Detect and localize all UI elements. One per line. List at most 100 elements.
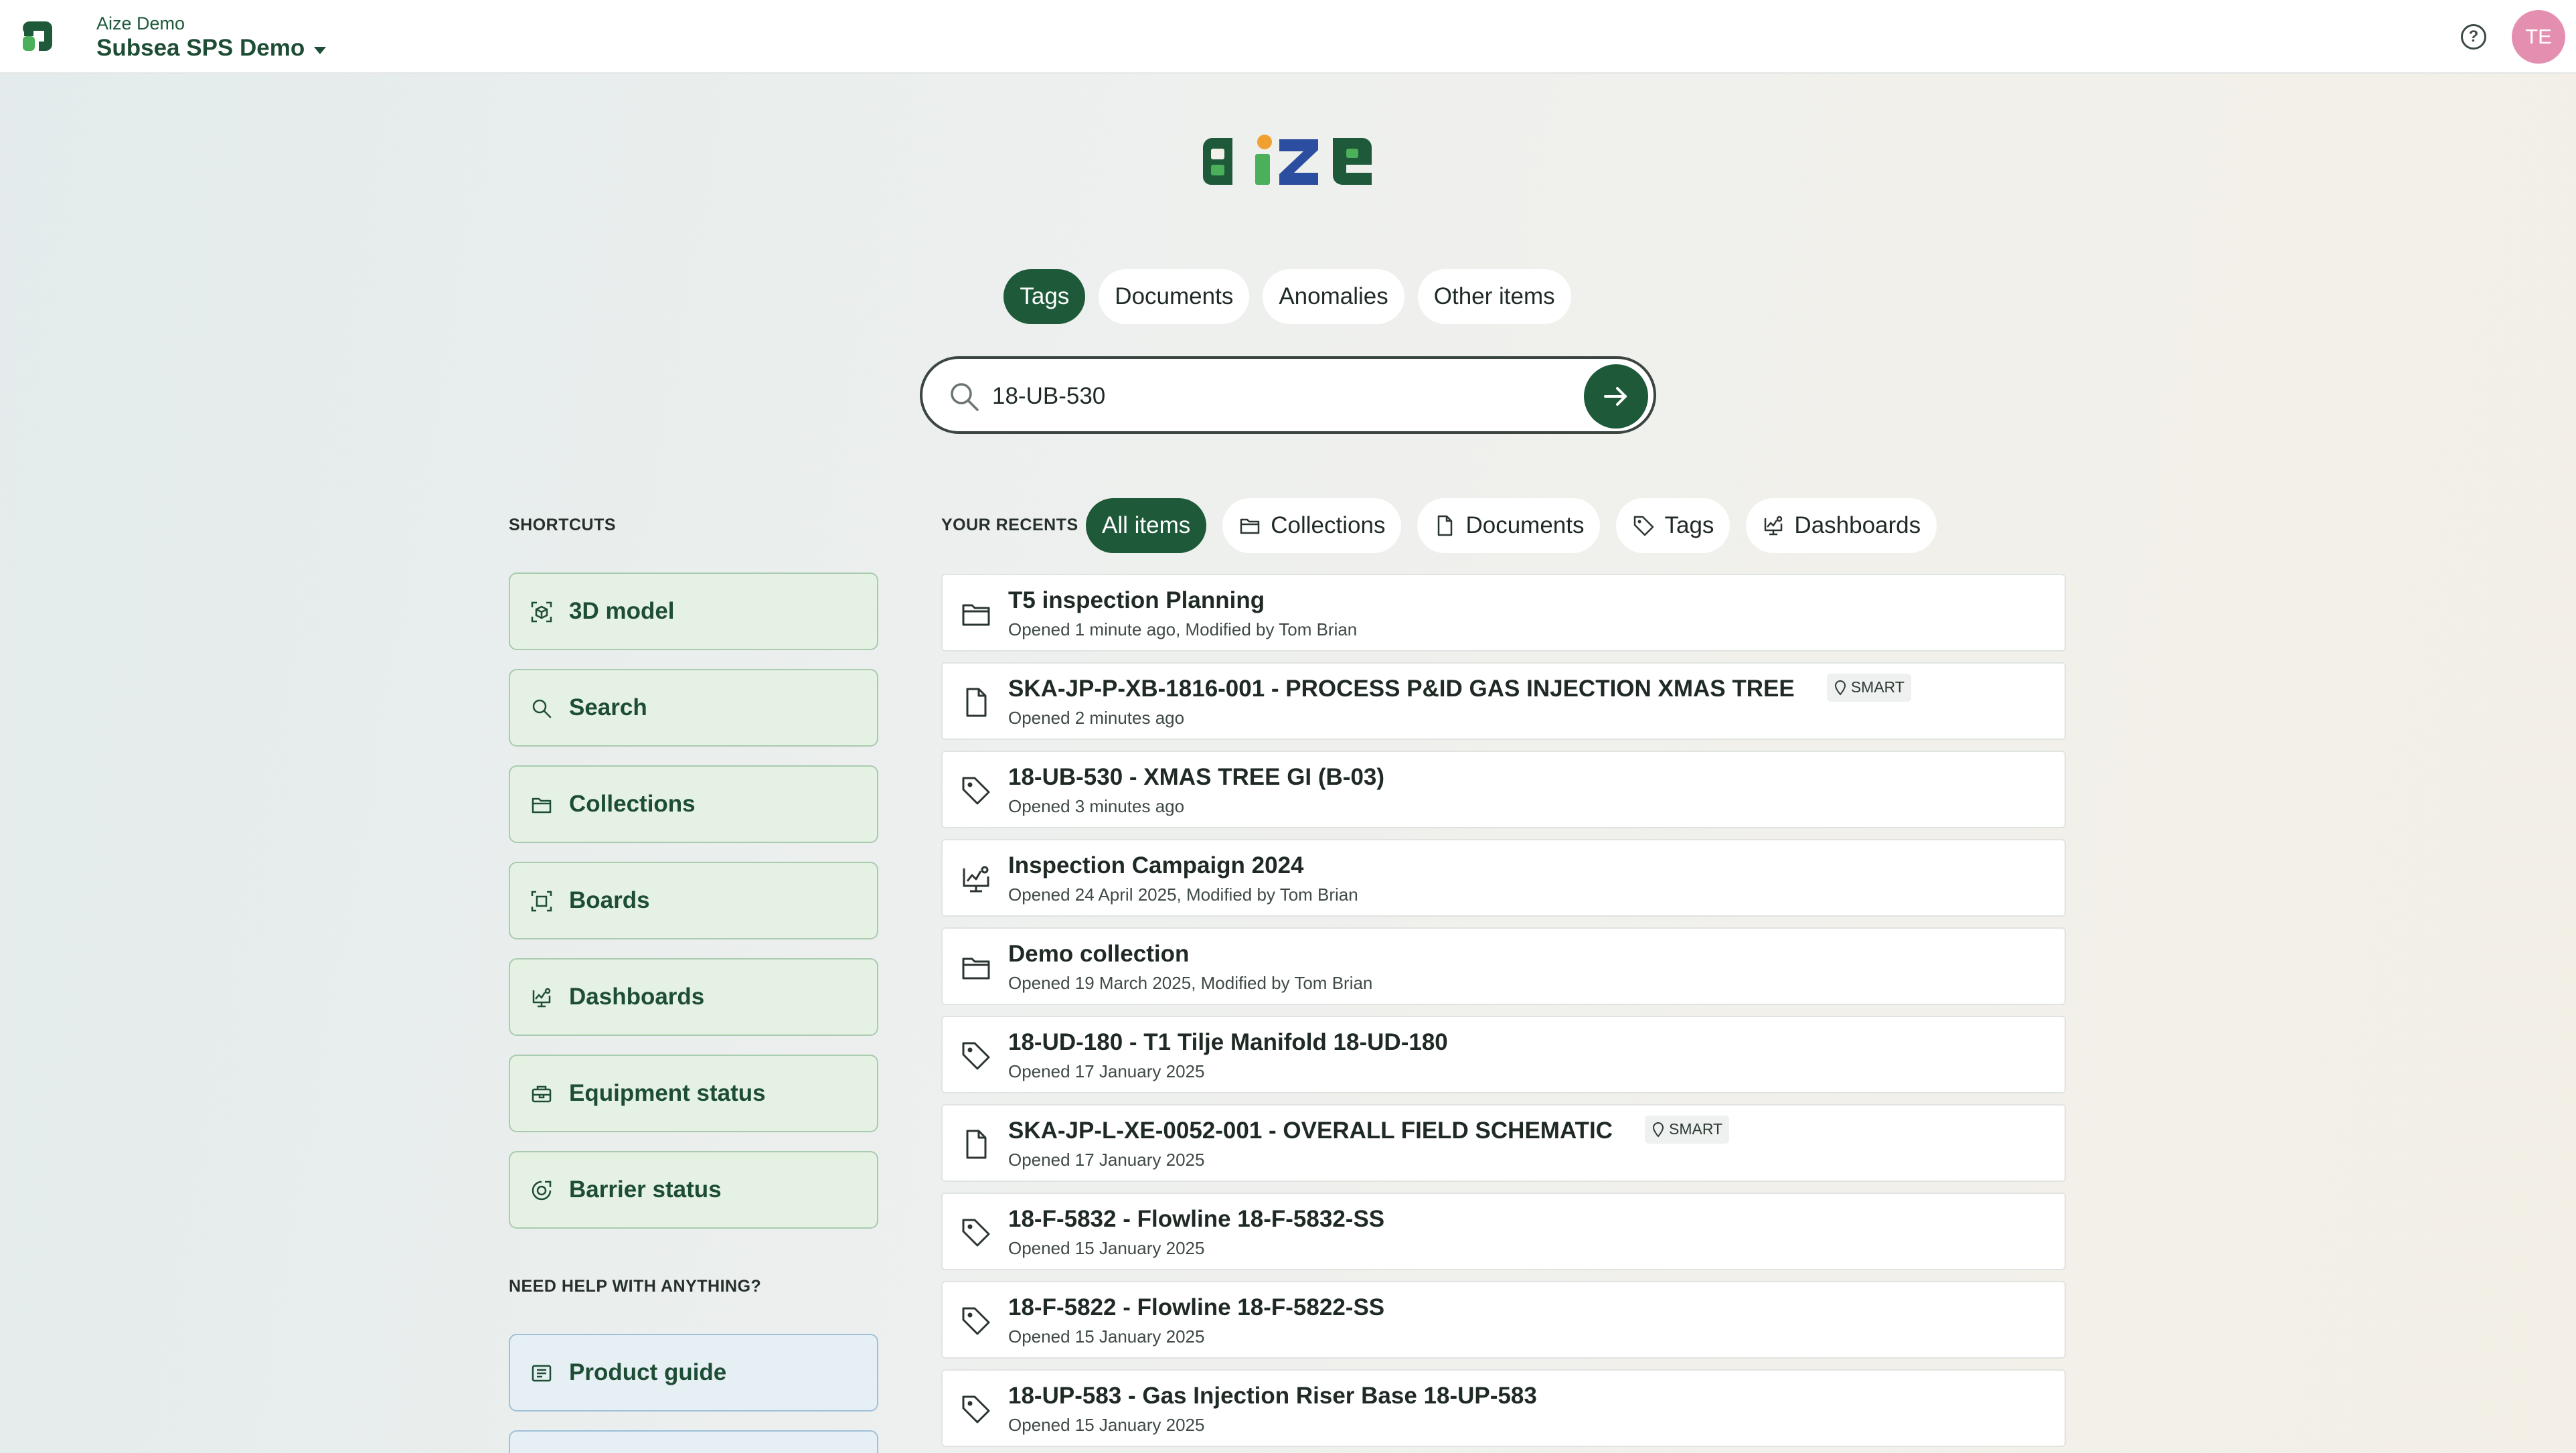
recent-item-title: SKA-JP-P-XB-1816-001 - PROCESS P&ID GAS … bbox=[1008, 676, 1795, 702]
board-icon bbox=[531, 891, 552, 912]
recent-item-subtitle: Opened 17 January 2025 bbox=[1008, 1061, 1205, 1081]
recent-item-title: 18-UD-180 - T1 Tilje Manifold 18-UD-180 bbox=[1008, 1029, 1448, 1055]
recent-item[interactable]: T5 inspection Planning Opened 1 minute a… bbox=[941, 574, 2066, 652]
shortcut-product-guide[interactable]: Product guide bbox=[509, 1334, 878, 1411]
help-heading: NEED HELP WITH ANYTHING? bbox=[509, 1277, 762, 1296]
top-bar: Aize Demo Subsea SPS Demo ? TE bbox=[0, 0, 2576, 74]
caret-down-icon bbox=[314, 46, 327, 54]
shortcut-label: 3D model bbox=[569, 598, 675, 624]
recent-item-title: SKA-JP-L-XE-0052-001 - OVERALL FIELD SCH… bbox=[1008, 1118, 1613, 1144]
recent-item[interactable]: 18-F-5832 - Flowline 18-F-5832-SS Opened… bbox=[941, 1193, 2066, 1270]
project-selector[interactable]: Subsea SPS Demo bbox=[96, 35, 327, 62]
organization-name: Aize Demo bbox=[96, 13, 185, 33]
help-icon[interactable]: ? bbox=[2461, 24, 2486, 50]
tag-icon bbox=[962, 1219, 990, 1247]
pin-icon bbox=[1834, 680, 1846, 696]
tag-icon bbox=[962, 1042, 990, 1070]
shortcut-label: Dashboards bbox=[569, 984, 705, 1010]
shortcut-label: Boards bbox=[569, 887, 650, 913]
tab-tags[interactable]: Tags bbox=[1003, 269, 1086, 324]
recent-item-subtitle: Opened 15 January 2025 bbox=[1008, 1238, 1205, 1258]
recent-item-title: Inspection Campaign 2024 bbox=[1008, 852, 1304, 878]
user-avatar[interactable]: TE bbox=[2512, 10, 2565, 64]
search-icon bbox=[951, 383, 979, 411]
shortcut-label: Product guide bbox=[569, 1359, 727, 1385]
arrow-right-icon bbox=[1604, 387, 1627, 406]
tag-icon bbox=[962, 1395, 990, 1424]
recent-item-subtitle: Opened 15 January 2025 bbox=[1008, 1326, 1205, 1347]
smart-badge-label: SMART bbox=[1850, 678, 1905, 696]
recents-filter-bar: All items Collections Documents Tags Das… bbox=[1086, 498, 1937, 553]
shortcut-search[interactable]: Search bbox=[509, 669, 878, 747]
project-name: Subsea SPS Demo bbox=[96, 35, 305, 61]
recent-item-title: Demo collection bbox=[1008, 941, 1190, 967]
recent-item[interactable]: Inspection Campaign 2024 Opened 24 April… bbox=[941, 839, 2066, 917]
shortcut-more-help[interactable] bbox=[509, 1430, 878, 1453]
recents-heading: YOUR RECENTS bbox=[941, 516, 1078, 534]
recent-item-title-row: SKA-JP-L-XE-0052-001 - OVERALL FIELD SCH… bbox=[1008, 1115, 1730, 1146]
shortcut-label: Equipment status bbox=[569, 1080, 766, 1106]
folder-icon bbox=[532, 797, 552, 814]
tag-icon bbox=[962, 1307, 990, 1335]
document-icon bbox=[966, 1130, 987, 1159]
shortcut-collections[interactable]: Collections bbox=[509, 765, 878, 843]
recent-item[interactable]: 18-UD-180 - T1 Tilje Manifold 18-UD-180 … bbox=[941, 1016, 2066, 1093]
recent-item-subtitle: Opened 15 January 2025 bbox=[1008, 1415, 1205, 1435]
recent-item-title: 18-F-5832 - Flowline 18-F-5832-SS bbox=[1008, 1206, 1385, 1232]
aize-logo-icon[interactable] bbox=[20, 19, 55, 54]
recent-item-subtitle: Opened 2 minutes ago bbox=[1008, 708, 1185, 728]
search-submit-button[interactable] bbox=[1584, 364, 1648, 429]
search-type-tabs: Tags Documents Anomalies Other items bbox=[0, 269, 2576, 324]
filter-tags[interactable]: Tags bbox=[1616, 498, 1730, 553]
recent-item-title: 18-UP-583 - Gas Injection Riser Base 18-… bbox=[1008, 1383, 1537, 1409]
shortcut-label: Collections bbox=[569, 791, 696, 817]
filter-collections[interactable]: Collections bbox=[1222, 498, 1402, 553]
recent-item-title: T5 inspection Planning bbox=[1008, 587, 1265, 613]
shortcut-barrier-status[interactable]: Barrier status bbox=[509, 1151, 878, 1229]
recent-item-title: 18-UB-530 - XMAS TREE GI (B-03) bbox=[1008, 764, 1385, 790]
tab-documents[interactable]: Documents bbox=[1099, 269, 1250, 324]
shortcut-boards[interactable]: Boards bbox=[509, 862, 878, 939]
filter-dashboards[interactable]: Dashboards bbox=[1746, 498, 1937, 553]
document-icon bbox=[1438, 515, 1453, 536]
dashboard-icon bbox=[1765, 516, 1783, 536]
recent-item[interactable]: SKA-JP-P-XB-1816-001 - PROCESS P&ID GAS … bbox=[941, 662, 2066, 740]
filter-documents[interactable]: Documents bbox=[1417, 498, 1601, 553]
filter-label: Documents bbox=[1465, 512, 1585, 538]
dashboard-icon bbox=[963, 866, 989, 893]
search-input[interactable] bbox=[992, 376, 1541, 416]
guide-icon bbox=[532, 1365, 552, 1382]
shortcut-label: Barrier status bbox=[569, 1176, 722, 1203]
tab-anomalies[interactable]: Anomalies bbox=[1263, 269, 1404, 324]
shortcut-3d-model[interactable]: 3D model bbox=[509, 572, 878, 650]
tab-other-items[interactable]: Other items bbox=[1417, 269, 1571, 324]
folder-icon bbox=[962, 604, 990, 626]
folder-icon bbox=[1240, 518, 1260, 534]
search-bar bbox=[920, 356, 1656, 434]
recent-item[interactable]: 18-F-5822 - Flowline 18-F-5822-SS Opened… bbox=[941, 1281, 2066, 1359]
tag-icon bbox=[1634, 516, 1654, 536]
smart-badge: SMART bbox=[1826, 673, 1911, 702]
recent-item-subtitle: Opened 24 April 2025, Modified by Tom Br… bbox=[1008, 885, 1358, 905]
3d-model-icon bbox=[531, 601, 552, 623]
recent-item[interactable]: Demo collection Opened 19 March 2025, Mo… bbox=[941, 927, 2066, 1005]
recent-item[interactable]: SKA-JP-L-XE-0052-001 - OVERALL FIELD SCH… bbox=[941, 1104, 2066, 1182]
recent-item[interactable]: 18-UP-583 - Gas Injection Riser Base 18-… bbox=[941, 1369, 2066, 1447]
aize-wordmark-logo bbox=[1203, 135, 1372, 185]
recent-item-title: 18-F-5822 - Flowline 18-F-5822-SS bbox=[1008, 1294, 1385, 1320]
recent-item-subtitle: Opened 1 minute ago, Modified by Tom Bri… bbox=[1008, 619, 1358, 639]
filter-label: Tags bbox=[1664, 512, 1714, 538]
pin-icon bbox=[1653, 1122, 1664, 1138]
document-icon bbox=[966, 688, 987, 717]
shortcut-equipment-status[interactable]: Equipment status bbox=[509, 1055, 878, 1132]
filter-all-items[interactable]: All items bbox=[1086, 498, 1207, 553]
shortcut-dashboards[interactable]: Dashboards bbox=[509, 958, 878, 1036]
filter-label: All items bbox=[1102, 512, 1191, 538]
recent-item-subtitle: Opened 3 minutes ago bbox=[1008, 796, 1185, 816]
folder-icon bbox=[962, 958, 990, 980]
filter-label: Collections bbox=[1271, 512, 1386, 538]
shortcuts-heading: SHORTCUTS bbox=[509, 516, 617, 534]
barrier-icon bbox=[532, 1180, 552, 1201]
recent-item[interactable]: 18-UB-530 - XMAS TREE GI (B-03) Opened 3… bbox=[941, 751, 2066, 828]
search-type-tabs-inner: Tags Documents Anomalies Other items bbox=[1003, 269, 1571, 324]
